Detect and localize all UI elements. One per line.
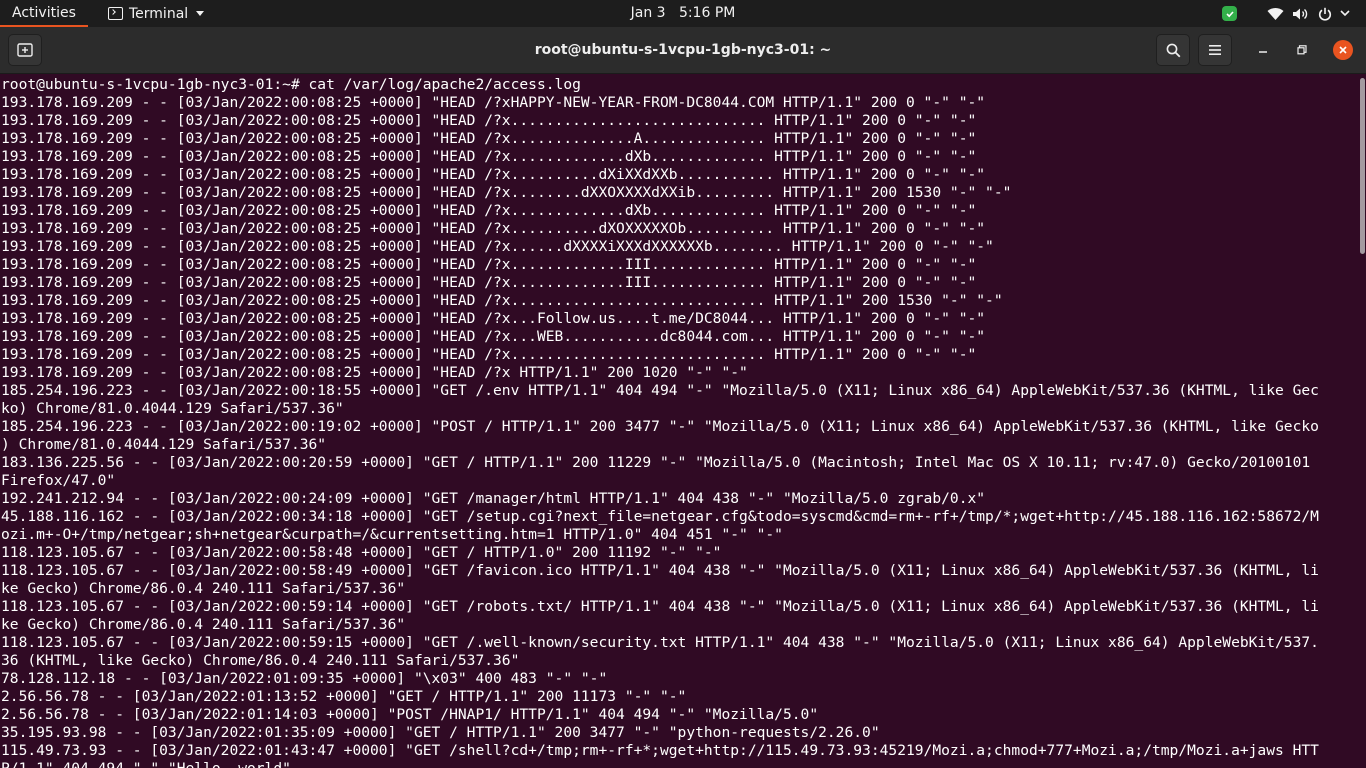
terminal-line: 193.178.169.209 - - [03/Jan/2022:00:08:2… [1,166,986,183]
terminal-line: 78.128.112.18 - - [03/Jan/2022:01:09:35 … [1,670,608,687]
terminal-line: ) Chrome/81.0.4044.129 Safari/537.36" [1,436,327,453]
terminal-output[interactable]: root@ubuntu-s-1vcpu-1gb-nyc3-01:~# cat /… [0,74,1358,768]
activities-button[interactable]: Activities [0,0,88,27]
terminal-prompt-line: root@ubuntu-s-1vcpu-1gb-nyc3-01:~# cat /… [1,76,581,93]
terminal-line: 118.123.105.67 - - [03/Jan/2022:00:59:14… [1,598,1319,615]
terminal-line: ko) Chrome/81.0.4044.129 Safari/537.36" [1,400,344,417]
terminal-line: 193.178.169.209 - - [03/Jan/2022:00:08:2… [1,310,986,327]
caret-down-icon [196,11,205,16]
maximize-button[interactable] [1292,40,1312,60]
terminal-line: 36 (KHTML, like Gecko) Chrome/86.0.4 240… [1,652,520,669]
chevron-down-icon[interactable] [1340,0,1350,27]
search-icon [1166,43,1180,57]
power-icon[interactable] [1318,0,1332,27]
terminal-line: 193.178.169.209 - - [03/Jan/2022:00:08:2… [1,292,1003,309]
terminal-line: 183.136.225.56 - - [03/Jan/2022:00:20:59… [1,454,1311,471]
scrollbar-thumb[interactable] [1360,78,1365,254]
terminal-line: ke Gecko) Chrome/86.0.4 240.111 Safari/5… [1,580,406,597]
clock-button[interactable]: Jan 3 5:16 PM [631,5,736,21]
terminal-line: 193.178.169.209 - - [03/Jan/2022:00:08:2… [1,94,986,111]
terminal-icon [108,7,123,20]
terminal-line: 45.188.116.162 - - [03/Jan/2022:00:34:18… [1,508,1319,525]
app-menu-terminal[interactable]: Terminal [100,0,212,27]
hamburger-menu-icon [1209,45,1221,55]
terminal-line: 193.178.169.209 - - [03/Jan/2022:00:08:2… [1,328,986,345]
terminal-line: 185.254.196.223 - - [03/Jan/2022:00:19:0… [1,418,1319,435]
terminal-line: 193.178.169.209 - - [03/Jan/2022:00:08:2… [1,256,977,273]
terminal-line: 193.178.169.209 - - [03/Jan/2022:00:08:2… [1,346,977,363]
terminal-line: 185.254.196.223 - - [03/Jan/2022:00:18:5… [1,382,1319,399]
new-tab-icon [17,43,33,57]
close-icon [1339,46,1347,54]
volume-icon[interactable] [1292,0,1308,27]
terminal-line: 2.56.56.78 - - [03/Jan/2022:01:14:03 +00… [1,706,819,723]
app-menu-label: Terminal [129,5,189,22]
close-button[interactable] [1333,40,1353,60]
terminal-line: 193.178.169.209 - - [03/Jan/2022:00:08:2… [1,220,986,237]
wifi-icon[interactable] [1267,0,1284,27]
terminal-line: 35.195.93.98 - - [03/Jan/2022:01:35:09 +… [1,724,880,741]
new-tab-button[interactable] [8,34,42,66]
terminal-line: 2.56.56.78 - - [03/Jan/2022:01:13:52 +00… [1,688,687,705]
top-bar: Activities Terminal Jan 3 5:16 PM [0,0,1366,27]
system-tray[interactable] [1222,0,1350,27]
scrollbar[interactable] [1358,74,1366,768]
terminal-line: P/1.1" 404 494 "-" "Hello, world" [1,760,1358,768]
terminal-line: 193.178.169.209 - - [03/Jan/2022:00:08:2… [1,202,977,219]
menu-button[interactable] [1198,34,1232,66]
terminal-headerbar: root@ubuntu-s-1vcpu-1gb-nyc3-01: ~ [0,27,1366,74]
terminal-line: 118.123.105.67 - - [03/Jan/2022:00:58:48… [1,544,722,561]
maximize-icon [1297,45,1307,55]
terminal-line: 193.178.169.209 - - [03/Jan/2022:00:08:2… [1,148,977,165]
terminal-line: ke Gecko) Chrome/86.0.4 240.111 Safari/5… [1,616,406,633]
terminal-line: 193.178.169.209 - - [03/Jan/2022:00:08:2… [1,364,748,381]
terminal-line: ozi.m+-O+/tmp/netgear;sh+netgear&curpath… [1,526,783,543]
terminal-line: 193.178.169.209 - - [03/Jan/2022:00:08:2… [1,112,977,129]
terminal-line: 193.178.169.209 - - [03/Jan/2022:00:08:2… [1,130,977,147]
terminal-line: 115.49.73.93 - - [03/Jan/2022:01:43:47 +… [1,742,1319,759]
search-button[interactable] [1156,34,1190,66]
shield-check-icon[interactable] [1222,0,1267,27]
terminal-line: 192.241.212.94 - - [03/Jan/2022:00:24:09… [1,490,986,507]
terminal-line: 193.178.169.209 - - [03/Jan/2022:00:08:2… [1,238,994,255]
clock-time: 5:16 PM [678,5,736,21]
terminal-line: 193.178.169.209 - - [03/Jan/2022:00:08:2… [1,184,1012,201]
terminal-line: 193.178.169.209 - - [03/Jan/2022:00:08:2… [1,274,977,291]
terminal-line: 118.123.105.67 - - [03/Jan/2022:00:59:15… [1,634,1319,651]
clock-date: Jan 3 [630,5,666,21]
minimize-icon [1259,51,1267,53]
minimize-button[interactable] [1253,40,1273,60]
terminal-line: Firefox/47.0" [1,472,116,489]
terminal-line: 118.123.105.67 - - [03/Jan/2022:00:58:49… [1,562,1319,579]
